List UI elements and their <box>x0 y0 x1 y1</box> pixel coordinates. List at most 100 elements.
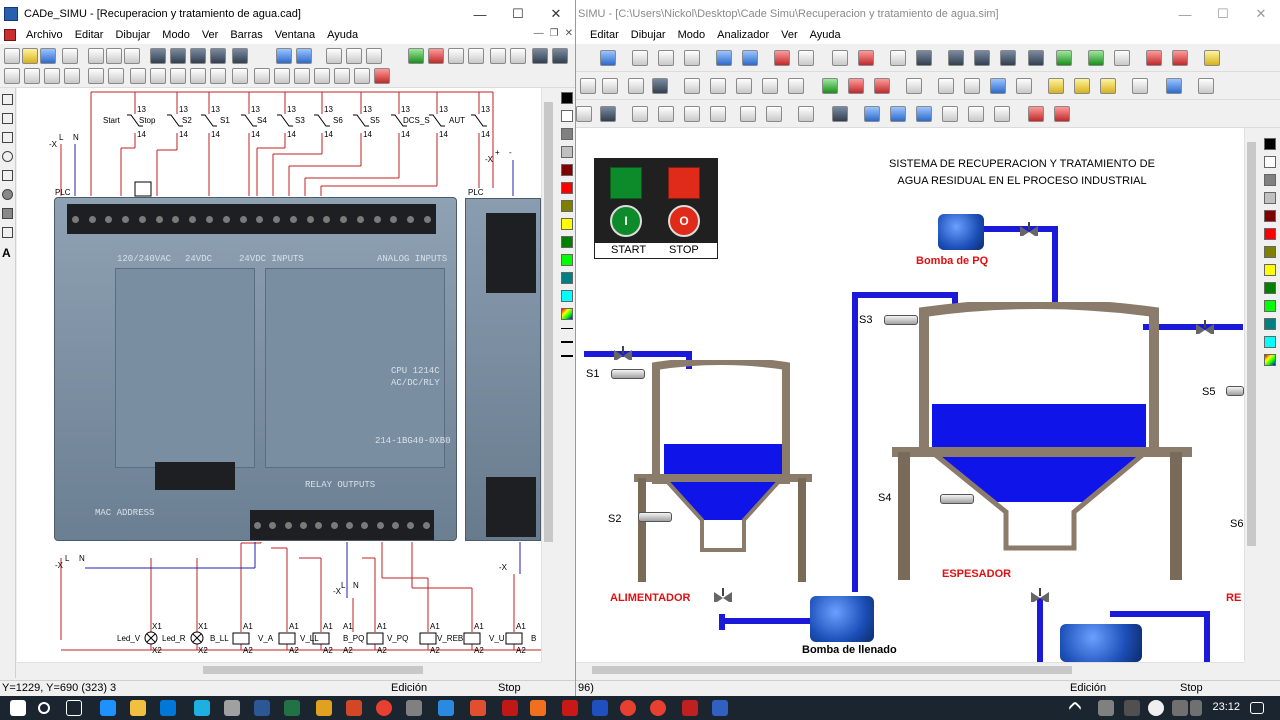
open-icon[interactable] <box>22 48 38 64</box>
fan-icon-2[interactable] <box>1074 78 1090 94</box>
horizontal-scrollbar[interactable] <box>17 662 541 676</box>
stop-indicator[interactable]: O <box>668 205 700 237</box>
component-icon[interactable] <box>684 78 700 94</box>
bomba-pq-motor[interactable] <box>938 214 984 250</box>
menu-dibujar[interactable]: Dibujar <box>109 29 156 41</box>
color-swatch-custom[interactable] <box>561 308 573 320</box>
menu-dibujar[interactable]: Dibujar <box>625 29 672 41</box>
color-swatch-gray[interactable] <box>561 128 573 140</box>
color-swatch-gray[interactable] <box>1264 174 1276 186</box>
app-icon-orange[interactable] <box>316 700 332 716</box>
chrome-icon[interactable] <box>376 700 392 716</box>
grid-icon[interactable] <box>346 48 362 64</box>
new-icon[interactable] <box>4 48 20 64</box>
mdi-restore-icon[interactable]: ❐ <box>550 28 559 39</box>
sensor-s1[interactable] <box>611 369 645 379</box>
zoom-window-icon[interactable] <box>190 48 206 64</box>
component-icon-16[interactable] <box>314 68 330 84</box>
component-icon[interactable] <box>766 106 782 122</box>
plc-expansion-module[interactable] <box>465 198 541 541</box>
color-swatch-lime[interactable] <box>1264 300 1276 312</box>
zoom-out-icon[interactable] <box>170 48 186 64</box>
line-width-thick[interactable] <box>561 355 573 357</box>
app-icon-blue[interactable] <box>194 700 210 716</box>
component-icon-5[interactable] <box>88 68 104 84</box>
menu-ver[interactable]: Ver <box>196 29 225 41</box>
menu-ayuda[interactable]: Ayuda <box>804 29 847 41</box>
plc-cpu-image[interactable]: 120/240VAC 24VDC 24VDC INPUTS ANALOG INP… <box>54 197 457 541</box>
tank-icon-2[interactable] <box>974 50 990 66</box>
component-icon-14[interactable] <box>274 68 290 84</box>
sensor-s2[interactable] <box>638 512 672 522</box>
component-icon-17[interactable] <box>334 68 350 84</box>
snap-icon[interactable] <box>858 50 874 66</box>
stop-icon[interactable] <box>428 48 444 64</box>
zoom-in-icon[interactable] <box>150 48 166 64</box>
component-icon[interactable] <box>710 78 726 94</box>
component-icon[interactable] <box>652 78 668 94</box>
step-icon[interactable] <box>468 48 484 64</box>
color-swatch-cyan[interactable] <box>1264 336 1276 348</box>
color-swatch-lime[interactable] <box>561 254 573 266</box>
line-icon[interactable] <box>994 106 1010 122</box>
text-tool-icon[interactable] <box>326 48 342 64</box>
color-swatch-teal[interactable] <box>561 272 573 284</box>
component-icon[interactable] <box>580 78 596 94</box>
layout-icon[interactable] <box>510 48 526 64</box>
zoom-all-icon[interactable] <box>210 48 226 64</box>
fill-icon[interactable] <box>942 106 958 122</box>
menu-ver[interactable]: Ver <box>775 29 804 41</box>
component-icon-3[interactable] <box>44 68 60 84</box>
zoom-fit-icon[interactable] <box>552 48 568 64</box>
chrome-icon-2[interactable] <box>620 700 636 716</box>
recovery-pump-motor[interactable] <box>1060 624 1142 662</box>
color-swatch-yellow[interactable] <box>1264 264 1276 276</box>
notification-icon[interactable] <box>1250 702 1264 714</box>
line-width-thin[interactable] <box>561 328 573 329</box>
stop-icon[interactable] <box>1114 50 1130 66</box>
tank-icon-3[interactable] <box>1000 50 1016 66</box>
explorer-icon[interactable] <box>130 700 146 716</box>
help-icon[interactable] <box>1204 50 1220 66</box>
start-button[interactable] <box>610 167 642 199</box>
link-icon[interactable] <box>774 50 790 66</box>
keyboard-icon[interactable] <box>1124 700 1140 716</box>
text-icon[interactable] <box>906 78 922 94</box>
paste-icon[interactable] <box>684 50 700 66</box>
component-icon-9[interactable] <box>170 68 186 84</box>
gear-icon[interactable] <box>798 106 814 122</box>
component-icon[interactable] <box>602 78 618 94</box>
menu-analizador[interactable]: Analizador <box>711 29 775 41</box>
circle-tool-icon[interactable] <box>2 151 13 162</box>
redo-icon[interactable] <box>296 48 312 64</box>
color-swatch-maroon[interactable] <box>1264 210 1276 222</box>
bomba-llenado-motor[interactable] <box>810 596 874 642</box>
alimentador-valve[interactable] <box>714 588 732 602</box>
menu-editar[interactable]: Editar <box>584 29 625 41</box>
store-icon[interactable] <box>160 700 176 716</box>
grid-icon[interactable] <box>832 50 848 66</box>
color-swatch-red[interactable] <box>1264 228 1276 240</box>
align-icon[interactable] <box>798 50 814 66</box>
component-icon-7[interactable] <box>130 68 146 84</box>
search-icon[interactable] <box>532 48 548 64</box>
component-icon-15[interactable] <box>294 68 310 84</box>
component-icon-11[interactable] <box>210 68 226 84</box>
cade-simu-taskbar-icon[interactable] <box>682 700 698 716</box>
redo-icon[interactable] <box>742 50 758 66</box>
minimize-icon[interactable]: — <box>461 0 499 28</box>
color-swatch-maroon[interactable] <box>561 164 573 176</box>
save-icon[interactable] <box>40 48 56 64</box>
color-swatch-silver[interactable] <box>561 146 573 158</box>
color-swatch-black[interactable] <box>1264 138 1276 150</box>
menu-ventana[interactable]: Ventana <box>269 29 321 41</box>
people-icon[interactable] <box>1098 700 1114 716</box>
component-icon[interactable] <box>762 78 778 94</box>
minimize-icon[interactable]: — <box>1166 0 1204 28</box>
color-swatch-custom[interactable] <box>1264 354 1276 366</box>
line-tool-icon[interactable] <box>2 113 13 124</box>
component-icon-4[interactable] <box>64 68 80 84</box>
menu-archivo[interactable]: Archivo <box>20 29 69 41</box>
cut-icon[interactable] <box>632 50 648 66</box>
play-icon[interactable] <box>408 48 424 64</box>
